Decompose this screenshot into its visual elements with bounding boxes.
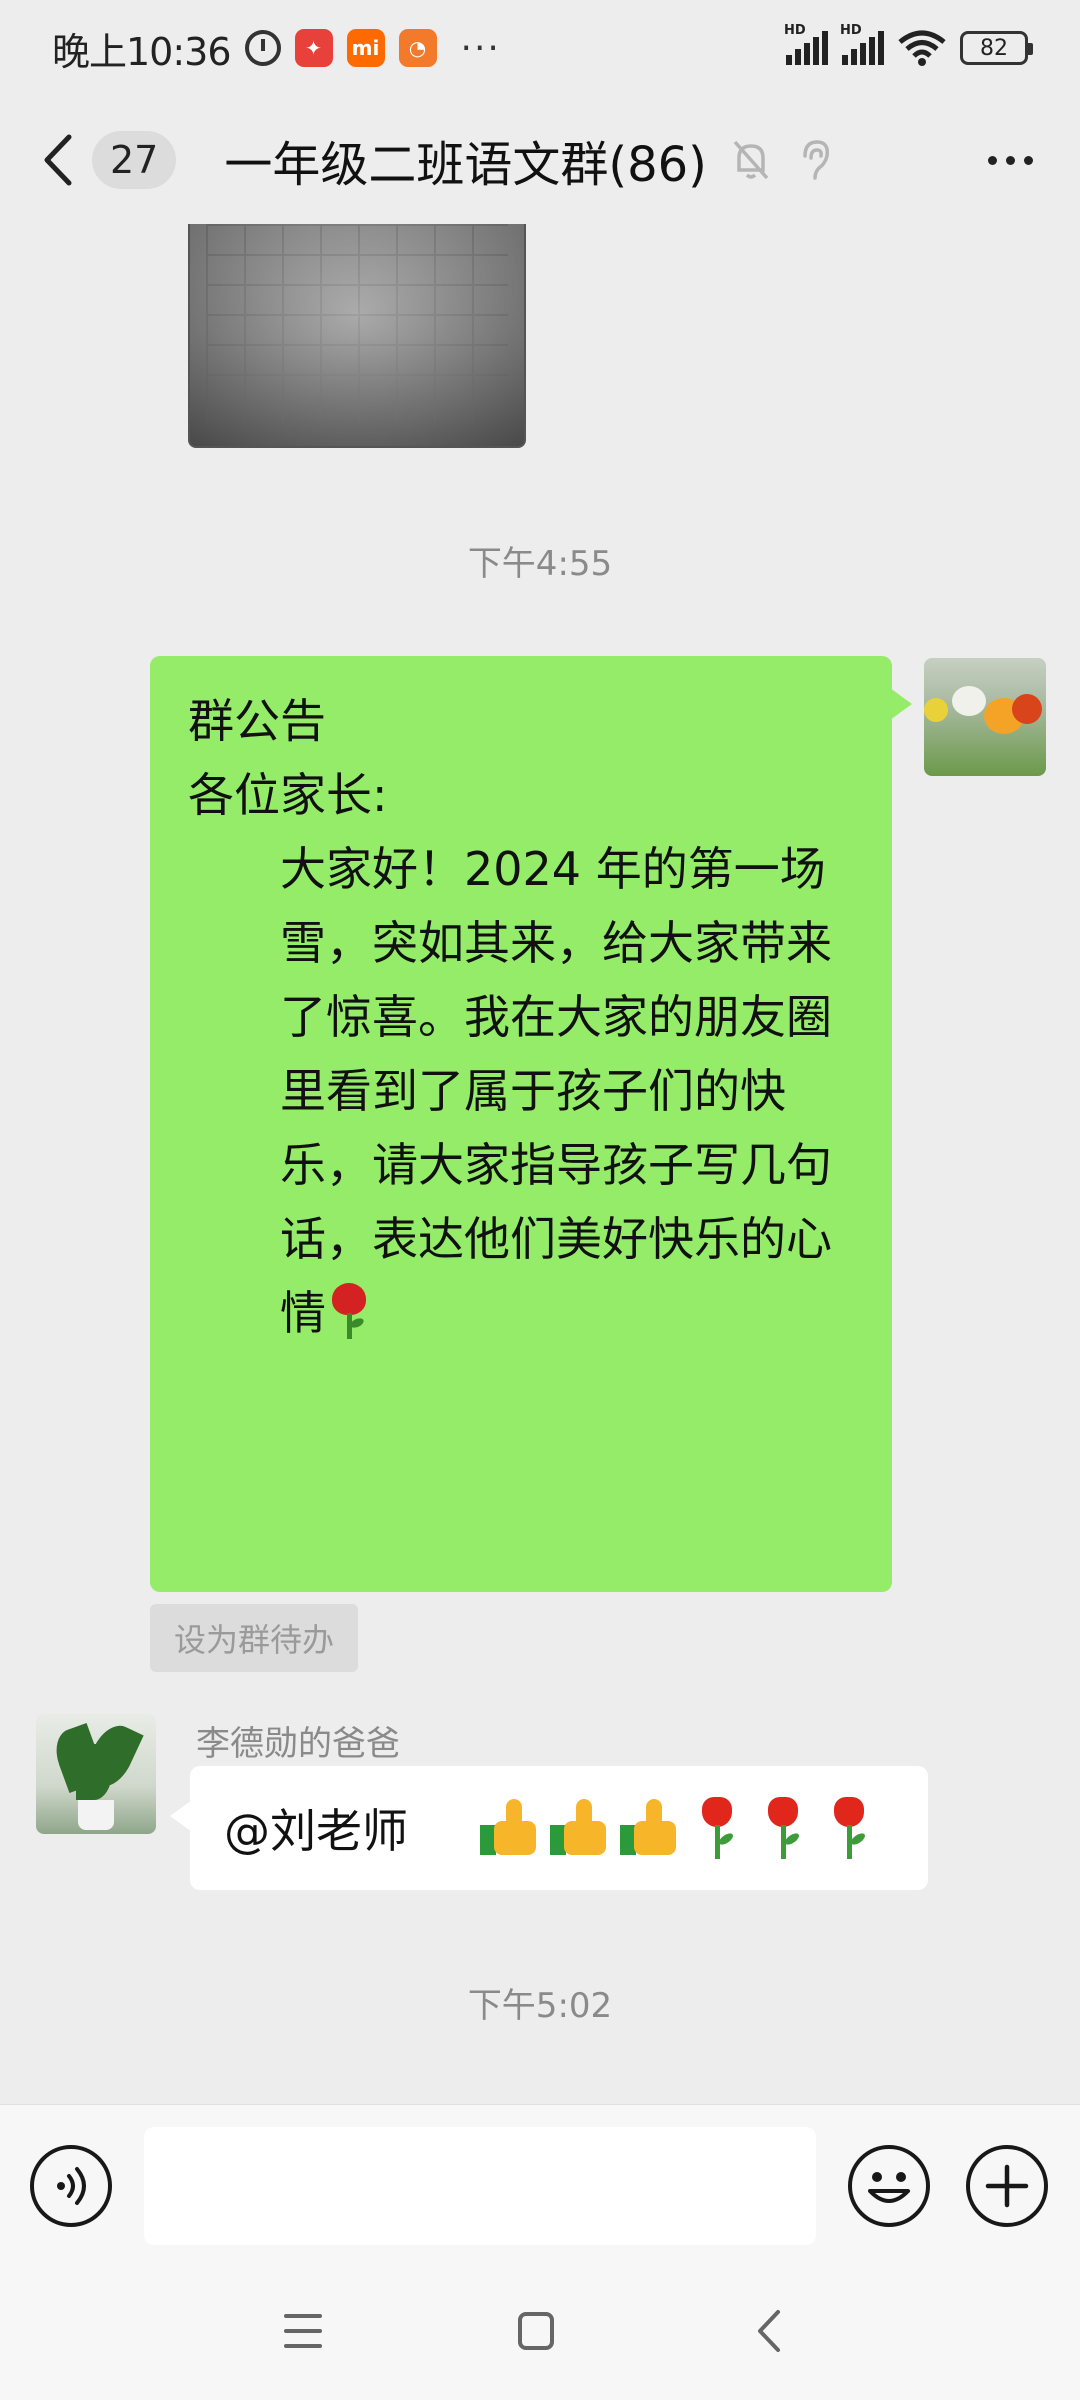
ear-icon (803, 140, 829, 180)
tulip-icon (690, 1797, 744, 1859)
smiley-icon (868, 2172, 910, 2203)
status-right: HD HD 82 (784, 23, 1033, 66)
image-message[interactable] (188, 224, 526, 448)
app-orange-icon: ◔ (398, 29, 437, 67)
mute-bell-icon (733, 140, 769, 180)
unread-count-badge[interactable]: 27 (92, 131, 177, 189)
signal-1-hd-label: HD (784, 23, 806, 38)
status-more-icon: ··· (460, 27, 501, 69)
tulip-icon (822, 1797, 876, 1859)
chat-area[interactable]: 下午4:55 群公告 各位家长: 大家好！2024 年的第一场雪，突如其来，给大… (0, 224, 1080, 2104)
status-time: 晚上10:36 (52, 29, 232, 74)
chat-title[interactable]: 一年级二班语文群(86) (224, 125, 707, 195)
emoji-row (480, 1797, 876, 1859)
timestamp: 下午5:02 (467, 1986, 613, 2026)
tulip-icon (756, 1797, 810, 1859)
emoji-button[interactable] (848, 2145, 930, 2227)
signal-1-icon: HD (784, 23, 828, 65)
timestamp: 下午4:55 (467, 544, 613, 584)
rose-icon (326, 1279, 372, 1339)
voice-icon (57, 2167, 86, 2205)
input-bar (0, 2104, 1080, 2264)
voice-input-button[interactable] (30, 2145, 112, 2227)
announcement-body: 大家好！2024 年的第一场雪，突如其来，给大家带来了惊喜。我在大家的朋友圈里看… (280, 842, 832, 1340)
announcement-greeting: 各位家长: (188, 768, 388, 822)
thumbs-up-icon (550, 1799, 608, 1857)
more-dot-icon (1005, 155, 1015, 165)
alarm-icon (244, 30, 281, 66)
sender-avatar[interactable] (36, 1714, 156, 1834)
battery-level: 82 (980, 35, 1008, 61)
plus-icon (985, 2164, 1029, 2208)
recent-apps-button[interactable] (284, 2314, 322, 2348)
self-message-bubble[interactable]: 群公告 各位家长: 大家好！2024 年的第一场雪，突如其来，给大家带来了惊喜。… (150, 656, 912, 1592)
mi-label: mi (351, 36, 380, 60)
signal-2-hd-label: HD (840, 23, 862, 38)
wifi-icon (898, 30, 946, 66)
thumbs-up-icon (480, 1799, 538, 1857)
more-dot-icon (987, 155, 997, 165)
more-options-button[interactable] (970, 120, 1050, 200)
system-back-button[interactable] (754, 2308, 784, 2354)
message-input[interactable] (144, 2127, 816, 2245)
announcement-title: 群公告 (188, 694, 326, 748)
chat-header: 27 一年级二班语文群(86) (0, 96, 1080, 224)
mention-text: @刘老师 (224, 1804, 408, 1858)
battery-icon: 82 (960, 31, 1033, 65)
title-status-icons (731, 138, 833, 182)
sender-name: 李德勋的爸爸 (196, 1724, 400, 1764)
set-group-todo-button[interactable]: 设为群待办 (150, 1604, 359, 1672)
more-dot-icon (1023, 155, 1033, 165)
other-message-bubble[interactable]: @刘老师 (170, 1766, 928, 1890)
system-nav-bar (0, 2264, 1080, 2400)
app-red-icon: ✦ (294, 29, 333, 67)
status-bar: 晚上10:36 ✦ mi ◔ ··· HD HD 82 (0, 0, 1080, 96)
status-left: 晚上10:36 ✦ mi ◔ ··· (52, 21, 501, 76)
back-button[interactable] (30, 120, 86, 200)
signal-2-icon: HD (840, 23, 884, 65)
home-button[interactable] (518, 2312, 554, 2350)
self-avatar[interactable] (924, 658, 1046, 776)
chevron-left-icon (44, 134, 72, 186)
mi-icon: mi (346, 29, 385, 67)
add-attachment-button[interactable] (966, 2145, 1048, 2227)
thumbs-up-icon (620, 1799, 678, 1857)
